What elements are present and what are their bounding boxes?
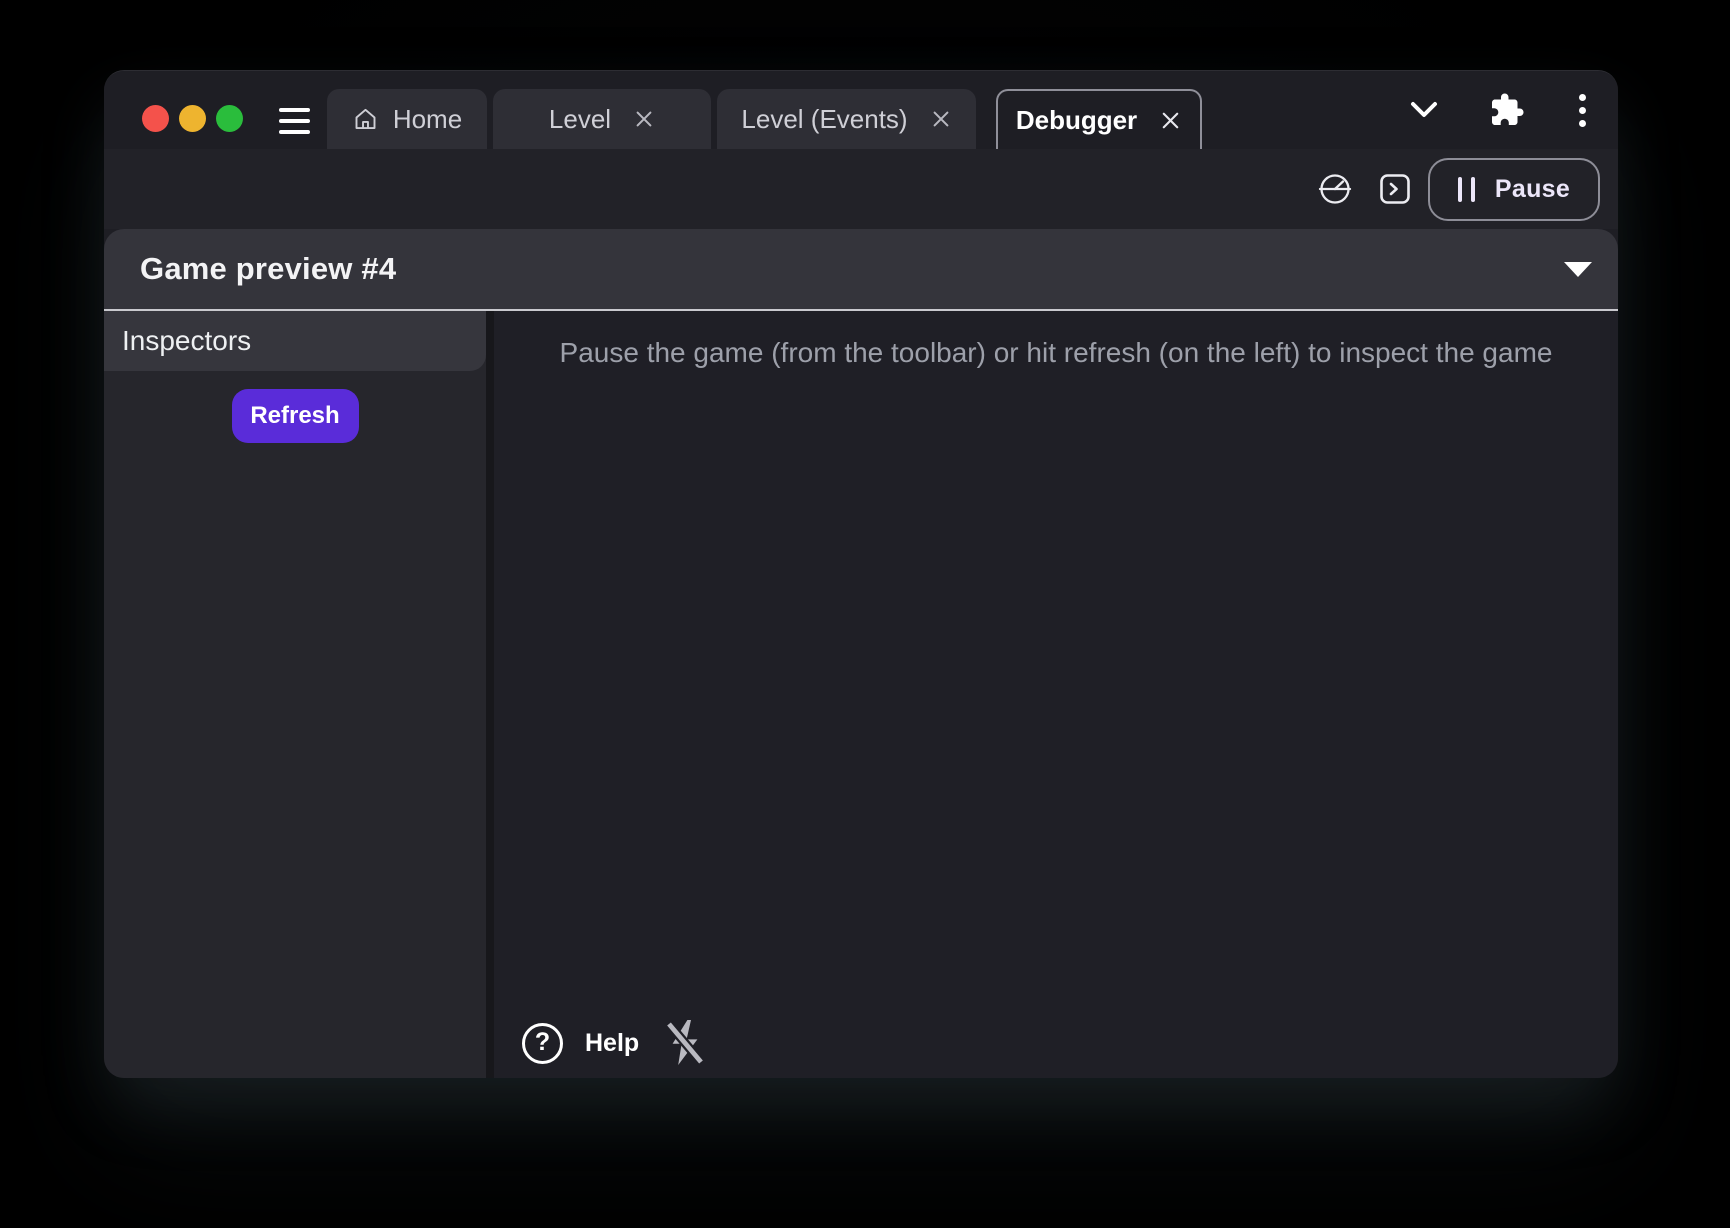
pause-button[interactable]: Pause (1428, 158, 1600, 221)
tab-bar: Home Level Level (Events) Debugger (327, 89, 1208, 149)
tab-label: Debugger (1016, 105, 1137, 136)
desktop-background: Home Level Level (Events) Debugger (0, 0, 1730, 1228)
maximize-window-button[interactable] (216, 105, 243, 132)
pause-icon (1458, 177, 1475, 202)
minimize-window-button[interactable] (179, 105, 206, 132)
app-window: Home Level Level (Events) Debugger (104, 70, 1618, 1078)
debugger-toolbar: Pause (104, 149, 1618, 229)
window-controls (142, 105, 243, 132)
close-window-button[interactable] (142, 105, 169, 132)
chevron-down-icon[interactable] (1409, 100, 1439, 120)
close-icon[interactable] (633, 108, 655, 130)
tab-label: Level (549, 104, 611, 135)
close-icon[interactable] (930, 108, 952, 130)
kebab-menu-icon[interactable] (1575, 90, 1590, 131)
inspectors-sidebar: Inspectors Refresh (104, 311, 486, 1078)
help-label[interactable]: Help (585, 1029, 639, 1058)
hamburger-menu-icon[interactable] (279, 108, 310, 134)
preview-title: Game preview #4 (140, 251, 1564, 287)
refresh-button[interactable]: Refresh (232, 389, 359, 443)
tab-debugger[interactable]: Debugger (996, 89, 1202, 149)
tab-level-events[interactable]: Level (Events) (717, 89, 976, 149)
dropdown-caret-icon (1564, 262, 1592, 277)
tab-level[interactable]: Level (493, 89, 711, 149)
tab-home[interactable]: Home (327, 89, 487, 149)
bottom-bar: ? Help (522, 1016, 709, 1070)
titlebar: Home Level Level (Events) Debugger (104, 71, 1618, 149)
sidebar-resize-handle[interactable] (486, 311, 494, 1078)
home-icon (352, 106, 379, 133)
content-area: Inspectors Refresh Pause the game (from … (104, 311, 1618, 1078)
close-icon[interactable] (1159, 109, 1182, 132)
empty-state-message: Pause the game (from the toolbar) or hit… (494, 337, 1618, 369)
titlebar-right-icons (1409, 71, 1590, 149)
tab-label: Level (Events) (741, 104, 907, 135)
inspectors-header-label: Inspectors (122, 325, 251, 357)
help-icon[interactable]: ? (522, 1023, 563, 1064)
profiler-gauge-icon[interactable] (1318, 172, 1352, 206)
inspectors-header: Inspectors (104, 311, 486, 371)
debugger-content: Pause the game (from the toolbar) or hit… (494, 311, 1618, 1078)
preview-header[interactable]: Game preview #4 (104, 229, 1618, 309)
flash-off-icon[interactable] (661, 1016, 709, 1070)
tab-label: Home (393, 104, 462, 135)
puzzle-extensions-icon[interactable] (1489, 92, 1525, 128)
pause-button-label: Pause (1495, 175, 1570, 204)
console-icon[interactable] (1378, 172, 1412, 206)
